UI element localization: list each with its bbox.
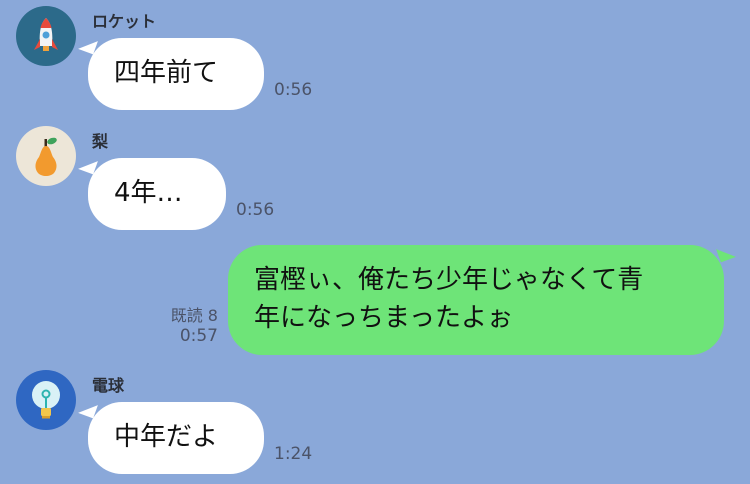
avatar-pear[interactable]	[16, 126, 76, 186]
message-time: 0:56	[236, 200, 275, 220]
message-bubble-outgoing[interactable]: 富樫ぃ、俺たち少年じゃなくて青 年になっちまったよぉ	[228, 245, 724, 355]
message-bubble[interactable]: 四年前て	[88, 38, 264, 110]
sender-name: 電球	[92, 376, 125, 395]
read-receipt: 既読 8	[170, 306, 218, 325]
lightbulb-icon	[32, 381, 60, 419]
avatar-rocket[interactable]	[16, 6, 76, 66]
message-bubble[interactable]: 4年…	[88, 158, 226, 230]
bubble-tail	[716, 243, 736, 263]
message-time: 0:57	[179, 326, 218, 346]
pear-icon	[35, 137, 57, 176]
message-line: 年になっちまったよぉ	[254, 303, 513, 333]
sender-name: ロケット	[92, 12, 157, 31]
message-time: 1:24	[274, 444, 313, 464]
rocket-icon	[34, 18, 58, 51]
sender-name: 梨	[92, 132, 109, 151]
message-line: 富樫ぃ、俺たち少年じゃなくて青	[254, 265, 644, 295]
message-time: 0:56	[274, 80, 313, 100]
message-bubble[interactable]: 中年だよ	[88, 402, 264, 474]
avatar-lightbulb[interactable]	[16, 370, 76, 430]
